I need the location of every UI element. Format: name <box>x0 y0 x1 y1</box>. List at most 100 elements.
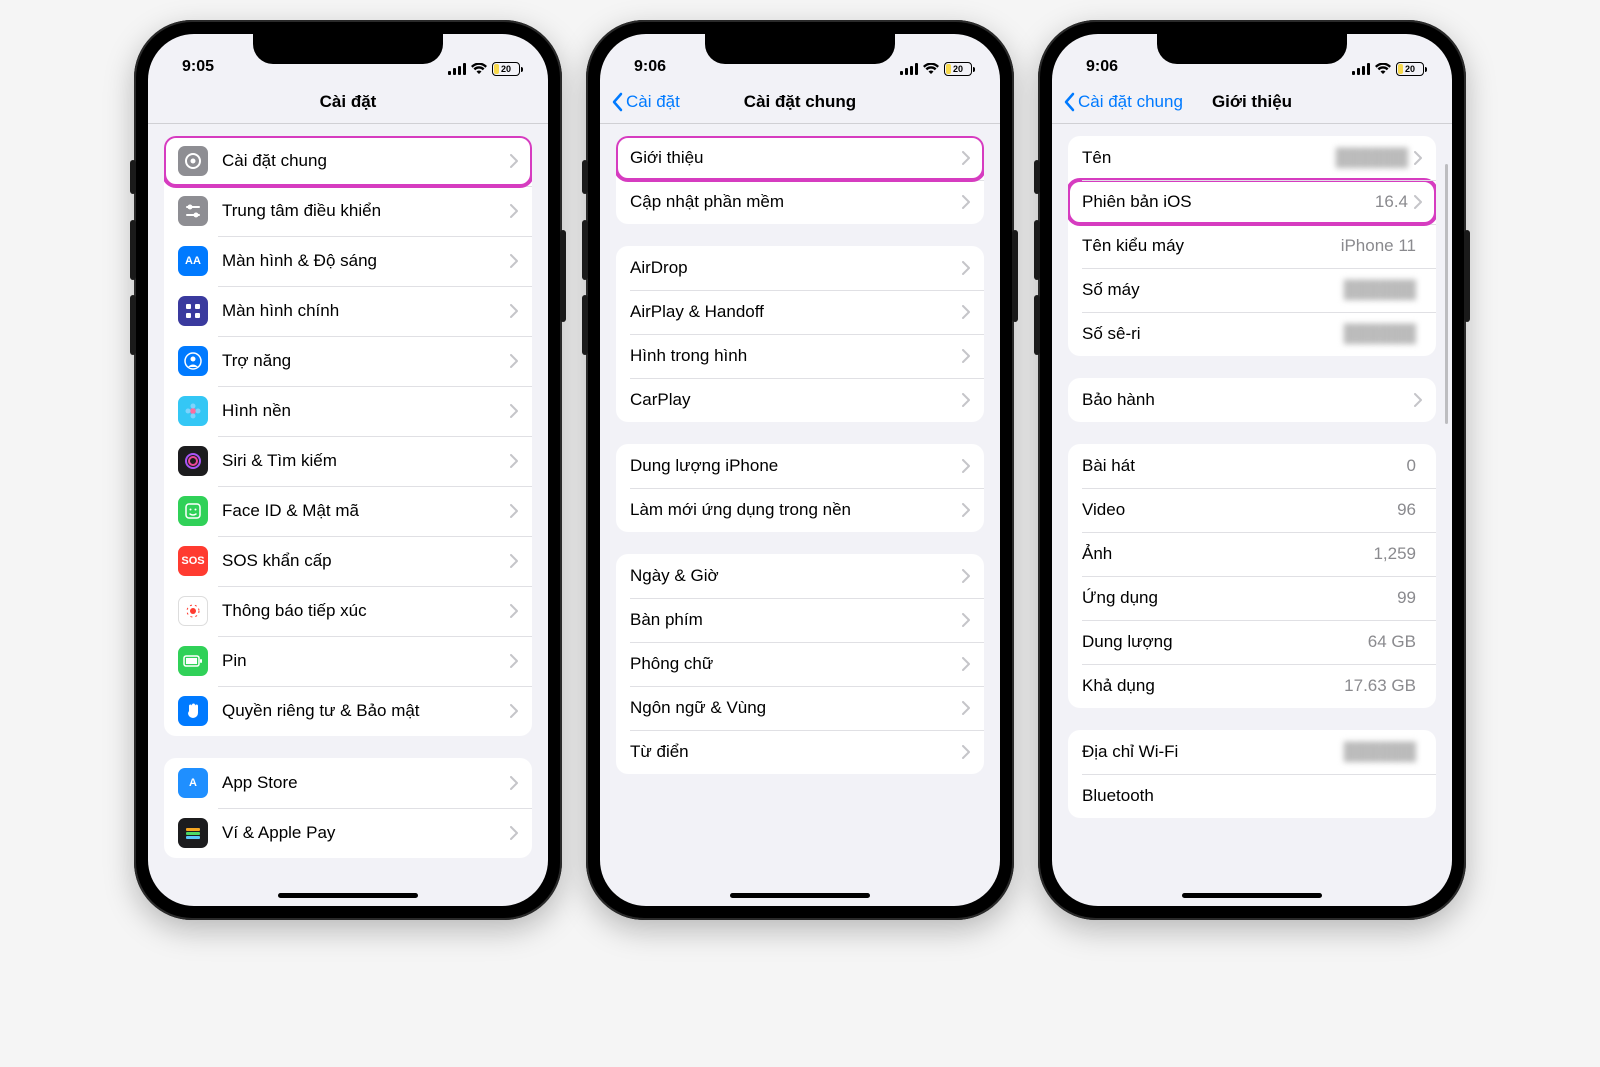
battery-icon <box>178 646 208 676</box>
chevron-right-icon <box>962 657 970 671</box>
wallet-icon <box>178 818 208 848</box>
battery-icon: 20 <box>1396 62 1424 76</box>
nav-title: Cài đặt <box>320 92 377 112</box>
row-value: 99 <box>1397 588 1416 608</box>
nav-bar: Cài đặt Cài đặt chung <box>600 80 1000 124</box>
settings-row-display[interactable]: AAMàn hình & Độ sáng <box>164 236 532 286</box>
row-label: Màn hình & Độ sáng <box>222 251 510 271</box>
phone-frame-3: 9:06 20 Cài đặt chung Giới thiệu Tên████… <box>1038 20 1466 920</box>
row-wifi-addr: Địa chỉ Wi-Fi██████ <box>1068 730 1436 774</box>
row-label: Số sê-ri <box>1082 324 1344 344</box>
row-value: 17.63 GB <box>1344 676 1416 696</box>
row-carplay[interactable]: CarPlay <box>616 378 984 422</box>
chevron-right-icon <box>510 654 518 668</box>
row-label: Tên <box>1082 148 1336 168</box>
settings-row-privacy[interactable]: Quyền riêng tư & Bảo mật <box>164 686 532 736</box>
chevron-right-icon <box>510 454 518 468</box>
settings-row-siri[interactable]: Siri & Tìm kiếm <box>164 436 532 486</box>
settings-row-control-center[interactable]: Trung tâm điều khiển <box>164 186 532 236</box>
chevron-right-icon <box>962 503 970 517</box>
row-label: Giới thiệu <box>630 148 962 168</box>
chevron-right-icon <box>962 261 970 275</box>
row-label: Hình nền <box>222 401 510 421</box>
settings-row-appstore[interactable]: AApp Store <box>164 758 532 808</box>
chevron-right-icon <box>962 459 970 473</box>
scrollbar[interactable] <box>1445 164 1448 424</box>
row-model-name: Tên kiểu máyiPhone 11 <box>1068 224 1436 268</box>
row-label: Tên kiểu máy <box>1082 236 1341 256</box>
settings-row-general[interactable]: Cài đặt chung <box>164 136 532 186</box>
row-label: Phông chữ <box>630 654 962 674</box>
row-value: iPhone 11 <box>1341 236 1416 256</box>
row-keyboard[interactable]: Bàn phím <box>616 598 984 642</box>
chevron-right-icon <box>510 354 518 368</box>
row-bgrefresh[interactable]: Làm mới ứng dụng trong nền <box>616 488 984 532</box>
row-photos: Ảnh1,259 <box>1068 532 1436 576</box>
chevron-right-icon <box>962 745 970 759</box>
nav-title: Cài đặt chung <box>744 92 856 112</box>
row-airplay[interactable]: AirPlay & Handoff <box>616 290 984 334</box>
row-label: Pin <box>222 651 510 671</box>
status-time: 9:06 <box>634 58 666 76</box>
chevron-right-icon <box>962 151 970 165</box>
row-pip[interactable]: Hình trong hình <box>616 334 984 378</box>
home-indicator[interactable] <box>278 893 418 898</box>
row-label: Trung tâm điều khiển <box>222 201 510 221</box>
row-about[interactable]: Giới thiệu <box>616 136 984 180</box>
home-indicator[interactable] <box>730 893 870 898</box>
row-fonts[interactable]: Phông chữ <box>616 642 984 686</box>
row-label: Ảnh <box>1082 544 1373 564</box>
chevron-right-icon <box>510 204 518 218</box>
row-model-number: Số máy██████ <box>1068 268 1436 312</box>
settings-row-battery[interactable]: Pin <box>164 636 532 686</box>
exposure-icon <box>178 596 208 626</box>
chevron-right-icon <box>962 613 970 627</box>
chevron-right-icon <box>510 776 518 790</box>
row-warranty[interactable]: Bảo hành <box>1068 378 1436 422</box>
chevron-right-icon <box>510 404 518 418</box>
row-name[interactable]: Tên██████ <box>1068 136 1436 180</box>
settings-row-wallpaper[interactable]: Hình nền <box>164 386 532 436</box>
row-label: Bluetooth <box>1082 786 1416 806</box>
chevron-left-icon <box>1062 92 1076 112</box>
cellular-icon <box>1352 63 1370 75</box>
settings-row-sos[interactable]: SOSSOS khẩn cấp <box>164 536 532 586</box>
row-value: ██████ <box>1336 148 1408 168</box>
row-datetime[interactable]: Ngày & Giờ <box>616 554 984 598</box>
row-dictionary[interactable]: Từ điển <box>616 730 984 774</box>
battery-icon: 20 <box>492 62 520 76</box>
battery-icon: 20 <box>944 62 972 76</box>
back-button[interactable]: Cài đặt <box>610 80 680 123</box>
settings-row-accessibility[interactable]: Trợ năng <box>164 336 532 386</box>
row-label: Thông báo tiếp xúc <box>222 601 510 621</box>
row-value: 96 <box>1397 500 1416 520</box>
about-list[interactable]: Tên██████Phiên bản iOS16.4Tên kiểu máyiP… <box>1052 124 1452 906</box>
row-videos: Video96 <box>1068 488 1436 532</box>
row-label: Video <box>1082 500 1397 520</box>
row-airdrop[interactable]: AirDrop <box>616 246 984 290</box>
row-value: 16.4 <box>1375 192 1408 212</box>
chevron-right-icon <box>962 393 970 407</box>
row-label: Trợ năng <box>222 351 510 371</box>
chevron-right-icon <box>510 826 518 840</box>
row-label: App Store <box>222 773 510 793</box>
row-label: AirDrop <box>630 258 962 278</box>
row-songs: Bài hát0 <box>1068 444 1436 488</box>
general-list[interactable]: Giới thiệu Cập nhật phần mềm AirDrop AirPl… <box>600 124 1000 906</box>
row-label: Cài đặt chung <box>222 151 510 171</box>
home-indicator[interactable] <box>1182 893 1322 898</box>
settings-row-faceid[interactable]: Face ID & Mật mã <box>164 486 532 536</box>
settings-row-home-screen[interactable]: Màn hình chính <box>164 286 532 336</box>
settings-row-wallet[interactable]: Ví & Apple Pay <box>164 808 532 858</box>
settings-row-exposure[interactable]: Thông báo tiếp xúc <box>164 586 532 636</box>
wifi-icon <box>1374 63 1392 75</box>
nav-bar: Cài đặt chung Giới thiệu <box>1052 80 1452 124</box>
row-ios[interactable]: Phiên bản iOS16.4 <box>1068 180 1436 224</box>
row-storage[interactable]: Dung lượng iPhone <box>616 444 984 488</box>
row-language[interactable]: Ngôn ngữ & Vùng <box>616 686 984 730</box>
row-label: Cập nhật phần mềm <box>630 192 962 212</box>
back-button[interactable]: Cài đặt chung <box>1062 80 1183 123</box>
row-update[interactable]: Cập nhật phần mềm <box>616 180 984 224</box>
chevron-right-icon <box>510 554 518 568</box>
settings-list[interactable]: Cài đặt chung Trung tâm điều khiển AAMàn h… <box>148 124 548 906</box>
